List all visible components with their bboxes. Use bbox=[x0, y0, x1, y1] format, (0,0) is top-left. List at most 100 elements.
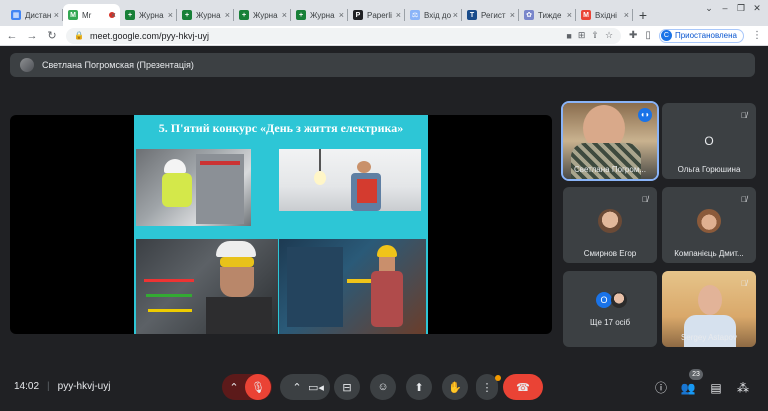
tab-favicon-icon: + bbox=[296, 10, 306, 20]
address-bar[interactable]: 🔒 meet.google.com/pyy-hkvj-uyj ■ ⊞ ⇪ ☆ bbox=[66, 27, 622, 44]
presentation-stage[interactable]: 5. П'ятий конкурс «День з життя електрик… bbox=[10, 115, 552, 334]
browser-tab[interactable]: + Журна × bbox=[177, 4, 234, 26]
camera-icon[interactable]: ■ bbox=[566, 31, 571, 41]
presenter-avatar bbox=[20, 58, 34, 72]
share-icon[interactable]: ⇪ bbox=[591, 30, 599, 41]
close-tab-icon[interactable]: × bbox=[396, 10, 401, 20]
tab-favicon-icon: ✿ bbox=[524, 10, 534, 20]
close-tab-icon[interactable]: × bbox=[624, 10, 629, 20]
back-button[interactable]: ← bbox=[6, 30, 18, 42]
participant-tile[interactable]: ◖◗ Светлана Погром... bbox=[561, 101, 659, 181]
side-panel-icon[interactable]: ▯ bbox=[645, 30, 651, 41]
captions-button[interactable]: ⊟ bbox=[334, 374, 360, 400]
tab-label: Вхідні bbox=[595, 10, 617, 20]
present-icon: ⬆ bbox=[414, 381, 424, 394]
browser-tab[interactable]: + Журна × bbox=[291, 4, 348, 26]
profile-button[interactable]: C Приостановлена bbox=[658, 28, 744, 43]
browser-tab[interactable]: M Mr × bbox=[63, 4, 120, 26]
close-tab-icon[interactable]: × bbox=[111, 10, 116, 20]
tab-label: Журна bbox=[253, 10, 278, 20]
camera-control[interactable]: ⌃ ▭◂ bbox=[280, 374, 330, 400]
participant-name: Ольга Горюшина bbox=[677, 165, 741, 174]
people-icon[interactable]: 👥 bbox=[679, 379, 697, 397]
profile-avatar: C bbox=[660, 30, 672, 41]
participant-tile[interactable]: 🎙̸ Смирнов Егор bbox=[563, 187, 657, 263]
more-vert-icon[interactable]: ⋮ bbox=[752, 30, 762, 41]
close-tab-icon[interactable]: × bbox=[225, 10, 230, 20]
close-button[interactable]: ✕ bbox=[750, 2, 764, 14]
close-tab-icon[interactable]: × bbox=[510, 10, 515, 20]
reactions-button[interactable]: ☺ bbox=[370, 374, 396, 400]
browser-tab[interactable]: P Paperli × bbox=[348, 4, 405, 26]
tab-label: Журна bbox=[139, 10, 164, 20]
restore-button[interactable]: ❐ bbox=[734, 2, 748, 14]
present-button[interactable]: ⬆ bbox=[406, 374, 432, 400]
slide-photo-electrician-wires bbox=[136, 239, 278, 334]
chat-icon[interactable]: ▤ bbox=[707, 379, 725, 397]
slide-photo-electrician-woman bbox=[279, 239, 426, 334]
mic-off-icon: 🎙̸ bbox=[741, 111, 747, 120]
participant-name: Sergey Astapov bbox=[680, 333, 738, 342]
more-participants-tile[interactable]: О Ще 17 осіб bbox=[563, 271, 657, 347]
close-tab-icon[interactable]: × bbox=[168, 10, 173, 20]
slide-photo-electrician-panel bbox=[136, 149, 251, 226]
tab-favicon-icon: + bbox=[182, 10, 192, 20]
bookmark-star-icon[interactable]: ☆ bbox=[605, 30, 613, 41]
browser-tab[interactable]: ⚖ Вхід до × bbox=[405, 4, 462, 26]
forward-button[interactable]: → bbox=[26, 30, 38, 42]
meeting-time: 14:02 bbox=[14, 381, 40, 392]
activities-icon[interactable]: ⁂ bbox=[734, 379, 752, 397]
microphone-control[interactable]: ⌃ 🎙 bbox=[222, 374, 272, 400]
participants-count-badge: 23 bbox=[689, 369, 703, 380]
close-tab-icon[interactable]: × bbox=[282, 10, 287, 20]
videocam-icon[interactable]: ▭◂ bbox=[308, 381, 324, 394]
browser-tab[interactable]: ✿ Тижде × bbox=[519, 4, 576, 26]
presentation-slide: 5. П'ятий конкурс «День з життя електрик… bbox=[134, 115, 428, 334]
leave-call-button[interactable]: ☎ bbox=[503, 374, 543, 400]
tab-favicon-icon: M bbox=[68, 10, 78, 20]
info-icon[interactable]: ⓘ bbox=[652, 379, 670, 397]
browser-tab[interactable]: + Журна × bbox=[120, 4, 177, 26]
browser-tab[interactable]: T Регист × bbox=[462, 4, 519, 26]
chevron-up-icon[interactable]: ⌃ bbox=[286, 381, 308, 394]
close-tab-icon[interactable]: × bbox=[453, 10, 458, 20]
chevron-up-icon[interactable]: ⌃ bbox=[223, 381, 245, 394]
mic-off-icon: 🎙̸ bbox=[741, 195, 747, 204]
translate-icon[interactable]: ⊞ bbox=[578, 30, 586, 41]
close-tab-icon[interactable]: × bbox=[567, 10, 572, 20]
tab-label: Журна bbox=[196, 10, 221, 20]
participant-tile[interactable]: 🎙̸ Компанієць Дмит... bbox=[662, 187, 756, 263]
participant-avatar bbox=[611, 292, 627, 308]
chevron-down-icon[interactable]: ⌄ bbox=[702, 2, 716, 14]
browser-tab[interactable]: + Журна × bbox=[234, 4, 291, 26]
participant-tile[interactable]: 🎙̸ О Ольга Горюшина bbox=[662, 103, 756, 179]
raise-hand-button[interactable]: ✋ bbox=[442, 374, 468, 400]
notification-dot bbox=[495, 375, 501, 381]
browser-tab[interactable]: ▦ Дистан × bbox=[6, 4, 63, 26]
participant-tile[interactable]: 🎙̸ Sergey Astapov bbox=[662, 271, 756, 347]
browser-tab-strip: ▦ Дистан × M Mr × + Журна × + Журна × + Журна × + Журна ×… bbox=[0, 0, 768, 26]
participant-avatar bbox=[697, 209, 721, 233]
presenter-label: Светлана Погромская (Презентація) bbox=[42, 60, 194, 70]
captions-icon: ⊟ bbox=[342, 381, 352, 394]
participant-name: Смирнов Егор bbox=[583, 249, 637, 258]
more-participants-label: Ще 17 осіб bbox=[589, 318, 631, 327]
tab-label: Журна bbox=[310, 10, 335, 20]
close-tab-icon[interactable]: × bbox=[54, 10, 59, 20]
lock-icon[interactable]: 🔒 bbox=[74, 31, 84, 40]
mic-off-icon: 🎙̸ bbox=[741, 279, 747, 288]
new-tab-button[interactable]: + bbox=[633, 4, 653, 26]
minimize-button[interactable]: – bbox=[718, 2, 732, 14]
speaking-indicator-icon: ◖◗ bbox=[638, 108, 652, 122]
extensions-icon[interactable]: ✚ bbox=[629, 30, 637, 41]
url-text[interactable]: meet.google.com/pyy-hkvj-uyj bbox=[90, 31, 560, 41]
tab-favicon-icon: P bbox=[353, 10, 363, 20]
close-tab-icon[interactable]: × bbox=[339, 10, 344, 20]
mic-off-icon[interactable]: 🎙 bbox=[245, 374, 271, 400]
browser-toolbar: ← → ↻ 🔒 meet.google.com/pyy-hkvj-uyj ■ ⊞… bbox=[0, 26, 768, 46]
browser-tab[interactable]: M Вхідні × bbox=[576, 4, 633, 26]
tab-label: Тижде bbox=[538, 10, 562, 20]
call-end-icon: ☎ bbox=[516, 381, 530, 394]
tab-favicon-icon: M bbox=[581, 10, 591, 20]
reload-button[interactable]: ↻ bbox=[46, 29, 58, 42]
